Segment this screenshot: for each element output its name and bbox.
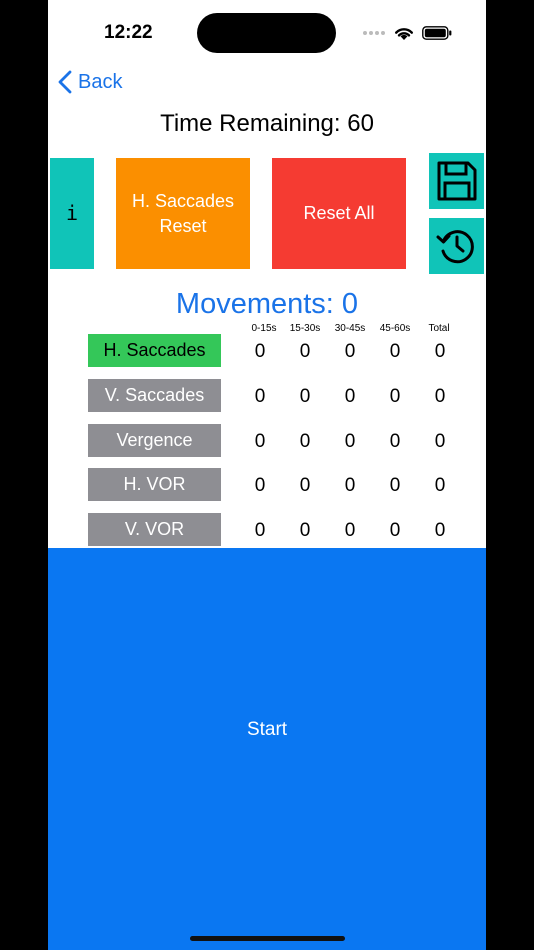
h-saccades-reset-button[interactable]: H. Saccades Reset [116, 158, 250, 269]
info-label: i [65, 201, 79, 225]
cell-v-saccades-0-15s: 0 [254, 386, 266, 407]
history-icon [436, 230, 474, 264]
cell-h-saccades-15-30s: 0 [299, 341, 311, 362]
cell-h-saccades-30-45s: 0 [344, 341, 356, 362]
dynamic-island [197, 13, 336, 53]
cell-vergence-0-15s: 0 [254, 431, 266, 452]
signal-icon [363, 31, 385, 35]
cell-vergence-45-60s: 0 [389, 431, 401, 452]
save-button[interactable] [429, 153, 484, 209]
cell-v-saccades-15-30s: 0 [299, 386, 311, 407]
cell-v-vor-0-15s: 0 [254, 520, 266, 541]
history-button[interactable] [429, 218, 484, 274]
exercise-button-h-saccades[interactable]: H. Saccades [88, 334, 221, 367]
cell-h-vor-15-30s: 0 [299, 475, 311, 496]
home-indicator[interactable] [190, 936, 345, 941]
cell-h-vor-total: 0 [434, 475, 446, 496]
cell-v-vor-15-30s: 0 [299, 520, 311, 541]
start-button[interactable]: Start [48, 548, 486, 950]
wifi-icon [395, 28, 413, 40]
time-remaining: Time Remaining: 60 [160, 110, 374, 137]
start-label: Start [246, 719, 288, 740]
cell-v-saccades-30-45s: 0 [344, 386, 356, 407]
exercise-button-v-vor[interactable]: V. VOR [88, 513, 221, 546]
reset-all-label: Reset All [303, 203, 375, 223]
back-button[interactable]: Back [58, 70, 122, 94]
column-header-45-60s: 45-60s [379, 323, 411, 334]
cell-v-vor-total: 0 [434, 520, 446, 541]
column-header-30-45s: 30-45s [334, 323, 366, 334]
cell-h-vor-30-45s: 0 [344, 475, 356, 496]
cell-h-saccades-45-60s: 0 [389, 341, 401, 362]
back-label: Back [78, 70, 123, 93]
app-screen: 12:22 Back Time Remaining: 60 i H. Sacca… [48, 0, 486, 950]
h-saccades-reset-label: H. Saccades Reset [131, 190, 235, 236]
cell-vergence-30-45s: 0 [344, 431, 356, 452]
reset-all-button[interactable]: Reset All [272, 158, 406, 269]
info-button[interactable]: i [50, 158, 94, 269]
exercise-button-vergence[interactable]: Vergence [88, 424, 221, 457]
status-icons [362, 22, 452, 44]
movements-count: Movements: 0 [175, 288, 359, 320]
exercise-button-h-vor[interactable]: H. VOR [88, 468, 221, 501]
cell-vergence-15-30s: 0 [299, 431, 311, 452]
cell-h-vor-45-60s: 0 [389, 475, 401, 496]
column-header-15-30s: 15-30s [289, 323, 321, 334]
cell-h-saccades-total: 0 [434, 341, 446, 362]
cell-h-vor-0-15s: 0 [254, 475, 266, 496]
floppy-disk-icon [437, 161, 476, 201]
cell-v-saccades-45-60s: 0 [389, 386, 401, 407]
chevron-left-icon [58, 70, 72, 94]
cell-v-vor-30-45s: 0 [344, 520, 356, 541]
cell-v-vor-45-60s: 0 [389, 520, 401, 541]
column-header-total: Total [428, 323, 450, 334]
exercise-button-v-saccades[interactable]: V. Saccades [88, 379, 221, 412]
battery-icon [422, 26, 452, 40]
cell-v-saccades-total: 0 [434, 386, 446, 407]
cell-vergence-total: 0 [434, 431, 446, 452]
cell-h-saccades-0-15s: 0 [254, 341, 266, 362]
status-time: 12:22 [104, 22, 153, 43]
